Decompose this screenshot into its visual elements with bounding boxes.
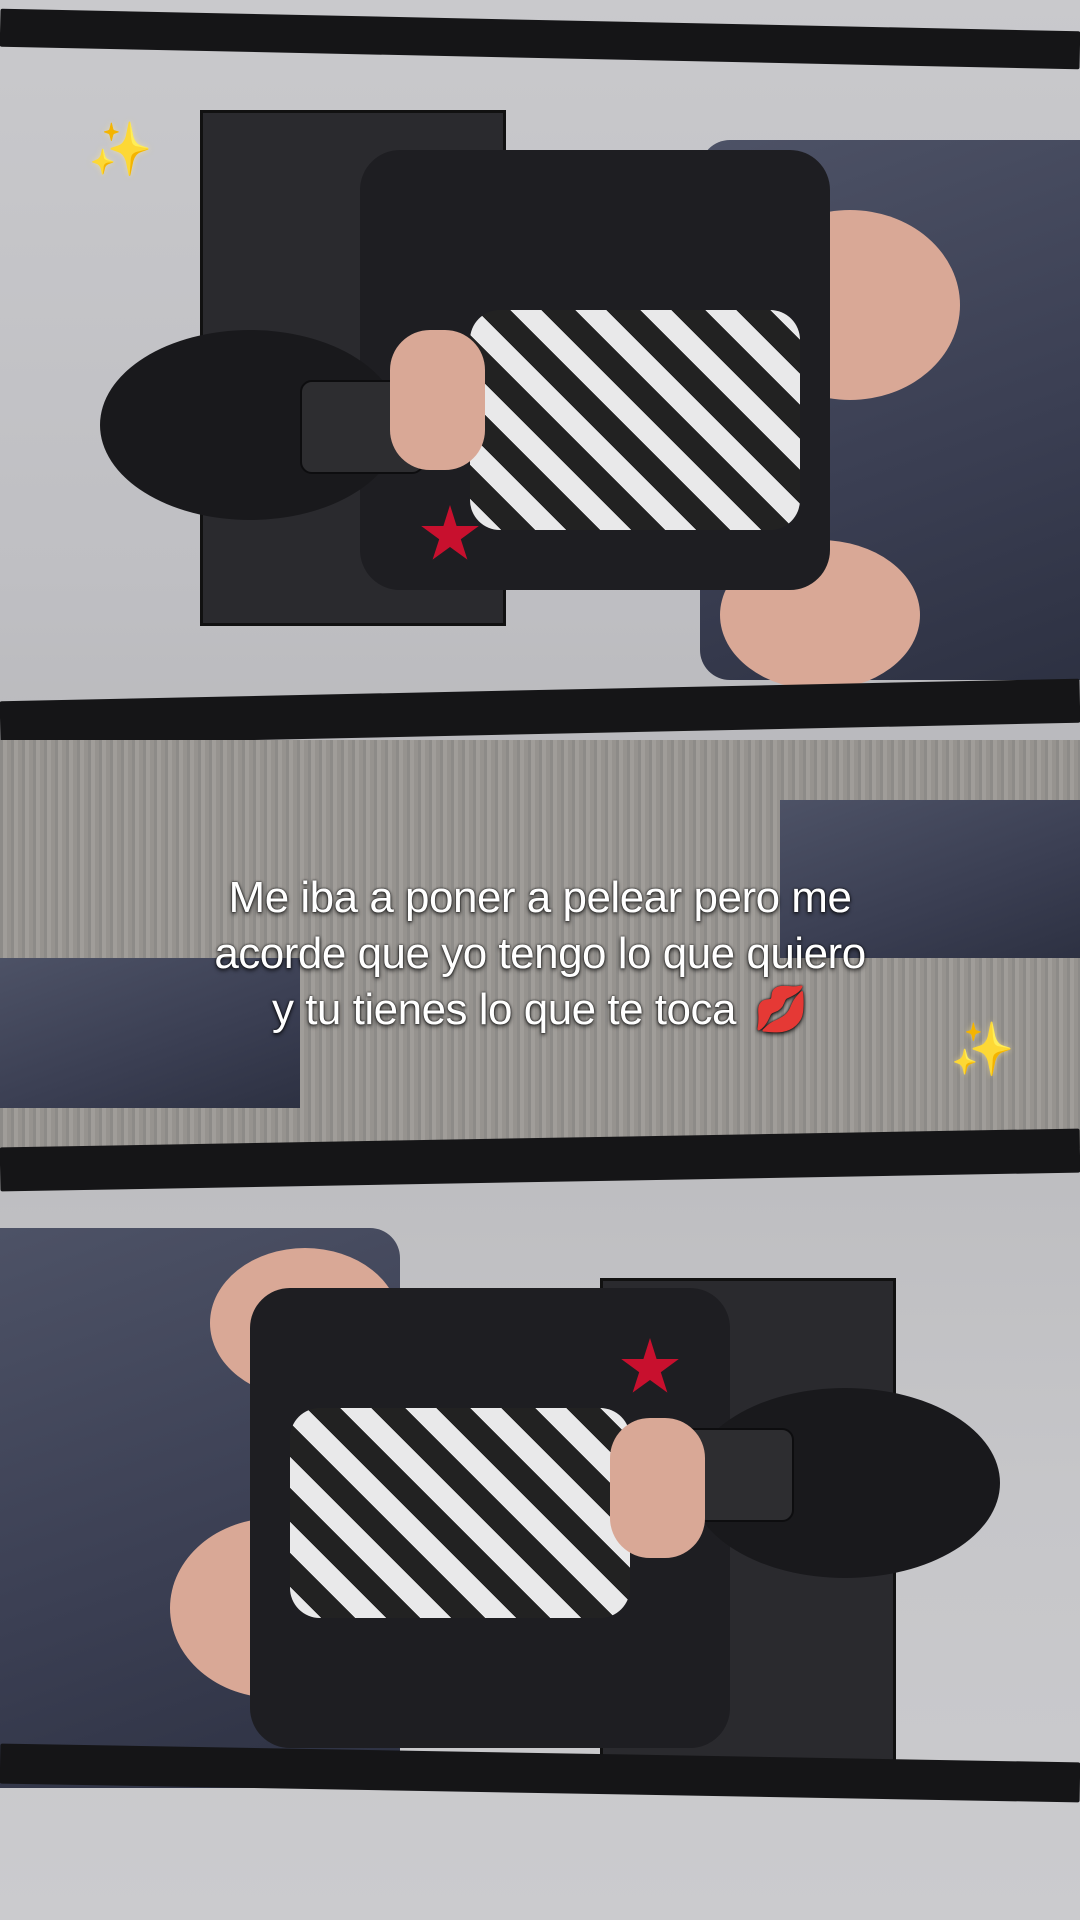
sparkle-top-icon: ✨ [88, 121, 153, 179]
lips-emoji-icon: 💋 [753, 985, 809, 1034]
jacket-pattern-bottom [290, 1408, 630, 1618]
mirror-frame-middle [0, 678, 1080, 746]
jacket-pattern [470, 310, 800, 530]
mirror-frame-bottom [0, 1743, 1080, 1803]
caption-line-3-text: y tu tienes lo que te toca [271, 985, 736, 1034]
top-photo-panel [0, 0, 1080, 958]
caption-overlay: Me iba a poner a pelear pero me acorde q… [90, 870, 990, 1038]
caption-line-2: acorde que yo tengo lo que quiero [214, 929, 866, 978]
hand [390, 330, 485, 470]
bottom-photo-panel [0, 958, 1080, 1920]
hand-bottom [610, 1418, 705, 1558]
mirror-frame-top [0, 8, 1080, 70]
caption-line-3: y tu tienes lo que te toca 💋 [90, 982, 990, 1038]
caption-line-1: Me iba a poner a pelear pero me [228, 873, 852, 922]
